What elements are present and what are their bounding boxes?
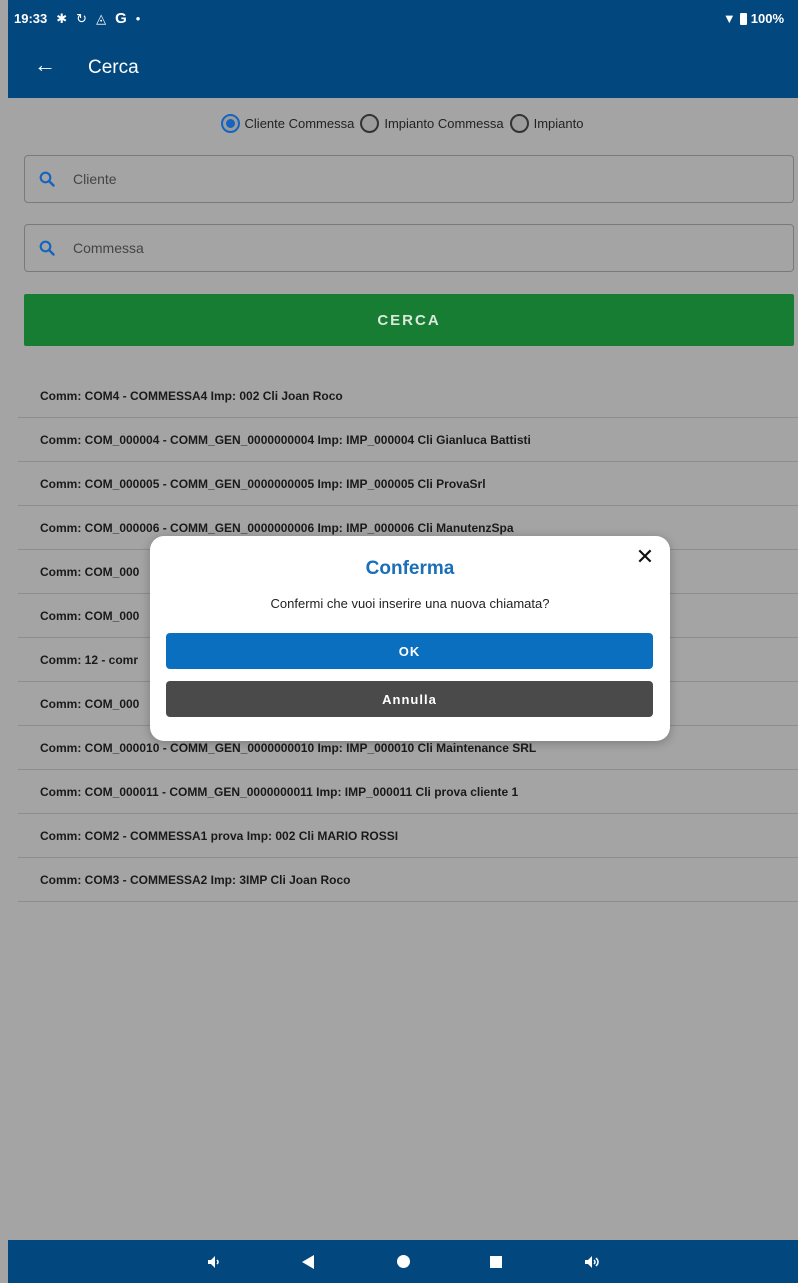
- volume-up-icon[interactable]: [573, 1240, 613, 1283]
- wifi-icon: ▼: [722, 11, 736, 26]
- status-left: 19:33 ✱ ↻ ◬ G •: [14, 11, 140, 26]
- cancel-button[interactable]: Annulla: [166, 681, 653, 717]
- confirm-dialog: Conferma ✕ Confermi che vuoi inserire un…: [150, 536, 670, 741]
- app-bar: ← Cerca: [8, 36, 798, 98]
- list-item[interactable]: Comm: COM4 - COMMESSA4 Imp: 002 Cli Joan…: [18, 374, 798, 418]
- notification-dot-icon: •: [135, 11, 141, 26]
- list-item[interactable]: Comm: COM_000011 - COMM_GEN_0000000011 I…: [18, 770, 798, 814]
- radio-impianto-commessa[interactable]: Impianto Commessa: [360, 114, 504, 133]
- cerca-button[interactable]: CERCA: [24, 294, 794, 346]
- status-bar: 19:33 ✱ ↻ ◬ G • ▼ 100%: [8, 0, 798, 36]
- device-screen: 19:33 ✱ ↻ ◬ G • ▼ 100% ← Cerca Cliente C…: [8, 0, 798, 1283]
- back-icon[interactable]: [288, 1240, 328, 1283]
- dialog-title: Conferma: [365, 558, 455, 579]
- status-right: ▼ 100%: [723, 11, 784, 26]
- radio-unchecked-icon[interactable]: [509, 114, 529, 133]
- sync-icon: ↻: [76, 11, 88, 26]
- radio-label: Impianto Commessa: [384, 116, 504, 131]
- battery-icon: [739, 12, 747, 25]
- list-item[interactable]: Comm: COM3 - COMMESSA2 Imp: 3IMP Cli Joa…: [18, 858, 798, 902]
- radio-unchecked-icon[interactable]: [360, 114, 380, 133]
- dialog-message: Confermi che vuoi inserire una nuova chi…: [270, 596, 550, 611]
- commessa-input[interactable]: [73, 225, 773, 271]
- volume-down-icon[interactable]: [194, 1240, 234, 1283]
- radio-label: Cliente Commessa: [244, 116, 355, 131]
- status-time: 19:33: [14, 11, 48, 26]
- list-item[interactable]: Comm: COM2 - COMMESSA1 prova Imp: 002 Cl…: [18, 814, 798, 858]
- cliente-search-field[interactable]: [24, 155, 794, 203]
- search-mode-group: Cliente Commessa Impianto Commessa Impia…: [8, 114, 798, 133]
- radio-checked-icon[interactable]: [220, 114, 240, 133]
- drive-icon: ◬: [96, 11, 107, 26]
- list-item[interactable]: Comm: COM_000005 - COMM_GEN_0000000005 I…: [18, 462, 798, 506]
- home-icon[interactable]: [383, 1240, 423, 1283]
- commessa-search-field[interactable]: [24, 224, 794, 272]
- search-icon: [39, 240, 55, 256]
- settings-icon: ✱: [56, 11, 68, 26]
- radio-label: Impianto: [533, 116, 584, 131]
- recent-apps-icon[interactable]: [476, 1240, 516, 1283]
- ok-button[interactable]: OK: [166, 633, 653, 669]
- radio-impianto[interactable]: Impianto: [509, 114, 584, 133]
- search-icon: [39, 171, 55, 187]
- page-title: Cerca: [88, 57, 139, 78]
- list-item[interactable]: Comm: COM_000004 - COMM_GEN_0000000004 I…: [18, 418, 798, 462]
- system-nav-bar: [8, 1240, 798, 1283]
- back-arrow-icon[interactable]: ←: [32, 52, 58, 78]
- google-icon: G: [115, 10, 127, 27]
- radio-cliente-commessa[interactable]: Cliente Commessa: [220, 114, 355, 133]
- close-icon[interactable]: ✕: [634, 544, 656, 569]
- cliente-input[interactable]: [73, 156, 773, 202]
- battery-level: 100%: [750, 11, 784, 26]
